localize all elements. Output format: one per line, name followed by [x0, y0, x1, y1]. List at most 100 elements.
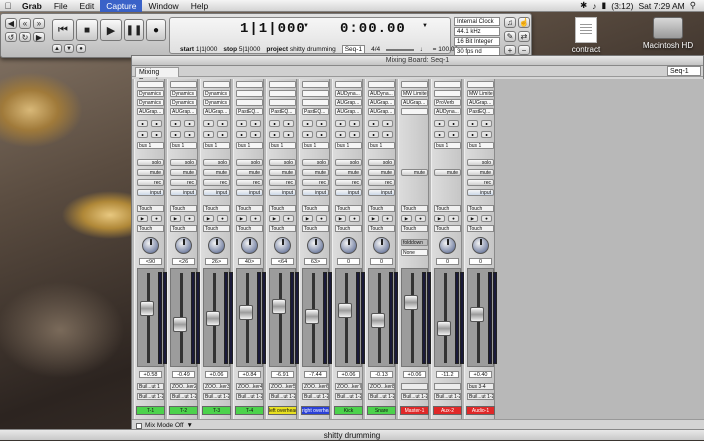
input-monitor-button[interactable]: input	[137, 189, 164, 196]
automation-read-button[interactable]: ▶	[170, 215, 181, 222]
menu-window[interactable]: Window	[142, 0, 184, 12]
counter-time-dropdown-icon[interactable]: ▼	[422, 23, 428, 29]
insert-slot[interactable]	[236, 81, 263, 88]
desktop-drive-icon[interactable]: Macintosh HD	[638, 15, 698, 50]
send-pre-button[interactable]: ∎	[236, 131, 247, 138]
tempo-slider[interactable]	[386, 48, 415, 51]
insert-slot[interactable]: PastEQ...	[236, 108, 263, 115]
automation-mode-select-2[interactable]: Touch	[203, 225, 230, 232]
track-name[interactable]: left overhead	[268, 406, 297, 415]
automation-mode-select[interactable]: Touch	[368, 205, 395, 212]
volume-fader[interactable]	[470, 307, 484, 322]
automation-mode-select-2[interactable]: Touch	[137, 225, 164, 232]
menu-edit[interactable]: Edit	[74, 0, 101, 12]
volume-fader[interactable]	[338, 303, 352, 318]
output-select[interactable]: Buil...ut 1-2	[203, 393, 230, 400]
automation-read-button[interactable]: ▶	[401, 215, 412, 222]
input-select[interactable]: ZOO...ker5	[269, 383, 296, 390]
automation-read-button[interactable]: ▶	[137, 215, 148, 222]
apple-menu-icon[interactable]: 	[0, 1, 16, 11]
insert-slot[interactable]: AUGrap...	[368, 99, 395, 106]
record-arm-button[interactable]: rec	[137, 179, 164, 186]
insert-slot[interactable]: AUDyna...	[368, 90, 395, 97]
insert-slot[interactable]: MW Limite...	[467, 90, 494, 97]
volume-value[interactable]: +0.06	[337, 371, 360, 378]
automation-mode-select-2[interactable]: Touch	[467, 225, 494, 232]
automation-write-button[interactable]: ●	[382, 215, 393, 222]
insert-slot[interactable]	[401, 81, 428, 88]
pan-value[interactable]: 0	[436, 258, 459, 265]
mute-button[interactable]: mute	[137, 169, 164, 176]
clock-source-select[interactable]: Internal Clock	[454, 17, 500, 26]
pan-knob[interactable]	[340, 237, 357, 254]
solo-button[interactable]: solo	[467, 159, 494, 166]
send-slot[interactable]: bus 1	[137, 142, 164, 149]
volume-value[interactable]: +0.58	[139, 371, 162, 378]
tab-mixing-board[interactable]: Mixing Board	[135, 67, 179, 85]
track-name[interactable]: Kick	[334, 406, 363, 415]
send-post-button[interactable]: ∎	[481, 131, 492, 138]
insert-slot[interactable]	[302, 99, 329, 106]
pan-knob[interactable]	[208, 237, 225, 254]
volume-fader[interactable]	[437, 321, 451, 336]
time-signature[interactable]: 4/4	[371, 46, 380, 53]
loop-button[interactable]: ↻	[19, 32, 31, 42]
mute-button[interactable]: mute	[434, 169, 461, 176]
input-select[interactable]	[434, 383, 461, 390]
send-slot[interactable]: bus 1	[335, 142, 362, 149]
automation-mode-select[interactable]: Touch	[302, 205, 329, 212]
insert-slot[interactable]: AUDyna...	[434, 108, 461, 115]
insert-slot[interactable]: ProVerb	[434, 99, 461, 106]
pan-knob[interactable]	[307, 237, 324, 254]
play-button[interactable]: ▶	[100, 19, 122, 41]
send-post-button[interactable]: ∎	[382, 131, 393, 138]
insert-slot[interactable]: PastEQ...	[467, 108, 494, 115]
volume-value[interactable]: +0.06	[403, 371, 426, 378]
battery-time[interactable]: (3:12)	[611, 1, 633, 11]
track-name[interactable]: Audio-1	[466, 406, 495, 415]
send-pre-button[interactable]: ∎	[434, 131, 445, 138]
pan-value[interactable]: <26	[172, 258, 195, 265]
pan-value[interactable]: 0	[370, 258, 393, 265]
input-select[interactable]	[401, 383, 428, 390]
input-monitor-button[interactable]: input	[203, 189, 230, 196]
output-select[interactable]: Buil...ut 1-2	[401, 393, 428, 400]
pan-value[interactable]: <64	[271, 258, 294, 265]
mix-mode-checkbox[interactable]	[136, 422, 142, 429]
insert-slot[interactable]: MW Limite...	[401, 90, 428, 97]
pan-knob[interactable]	[241, 237, 258, 254]
automation-write-button[interactable]: ●	[349, 215, 360, 222]
send-post-button[interactable]: ∎	[151, 131, 162, 138]
overdub-button[interactable]: +	[504, 45, 516, 55]
automation-mode-select[interactable]: Touch	[236, 205, 263, 212]
record-arm-button[interactable]: rec	[203, 179, 230, 186]
send-bypass-button[interactable]: ∎	[137, 120, 148, 127]
menu-grab[interactable]: Grab	[16, 0, 48, 12]
bluetooth-icon[interactable]: ✱	[580, 0, 587, 11]
input-select[interactable]: ZOO...ker2	[170, 383, 197, 390]
automation-mode-select[interactable]: Touch	[335, 205, 362, 212]
send-bypass-button[interactable]: ∎	[269, 120, 280, 127]
volume-value[interactable]: -0.49	[172, 371, 195, 378]
pan-knob[interactable]	[175, 237, 192, 254]
track-name[interactable]: T-1	[136, 406, 165, 415]
send-edit-button[interactable]: ∎	[217, 120, 228, 127]
insert-slot[interactable]	[170, 81, 197, 88]
volume-fader[interactable]	[173, 317, 187, 332]
menu-capture[interactable]: Capture	[100, 0, 143, 12]
volume-fader[interactable]	[404, 295, 418, 310]
track-name[interactable]: T-2	[169, 406, 198, 415]
insert-slot[interactable]: PastEQ...	[302, 108, 329, 115]
automation-write-button[interactable]: ●	[184, 215, 195, 222]
send-pre-button[interactable]: ∎	[170, 131, 181, 138]
forward-button[interactable]: »	[33, 18, 45, 29]
automation-write-button[interactable]: ●	[250, 215, 261, 222]
count-in-button[interactable]: −	[518, 45, 530, 55]
track-name[interactable]: Master-1	[400, 406, 429, 415]
insert-slot[interactable]	[302, 81, 329, 88]
send-edit-button[interactable]: ∎	[250, 120, 261, 127]
send-bypass-button[interactable]: ∎	[203, 120, 214, 127]
automation-write-button[interactable]: ●	[481, 215, 492, 222]
output-select[interactable]: Buil...ut 1-2	[368, 393, 395, 400]
send-slot[interactable]: bus 1	[302, 142, 329, 149]
